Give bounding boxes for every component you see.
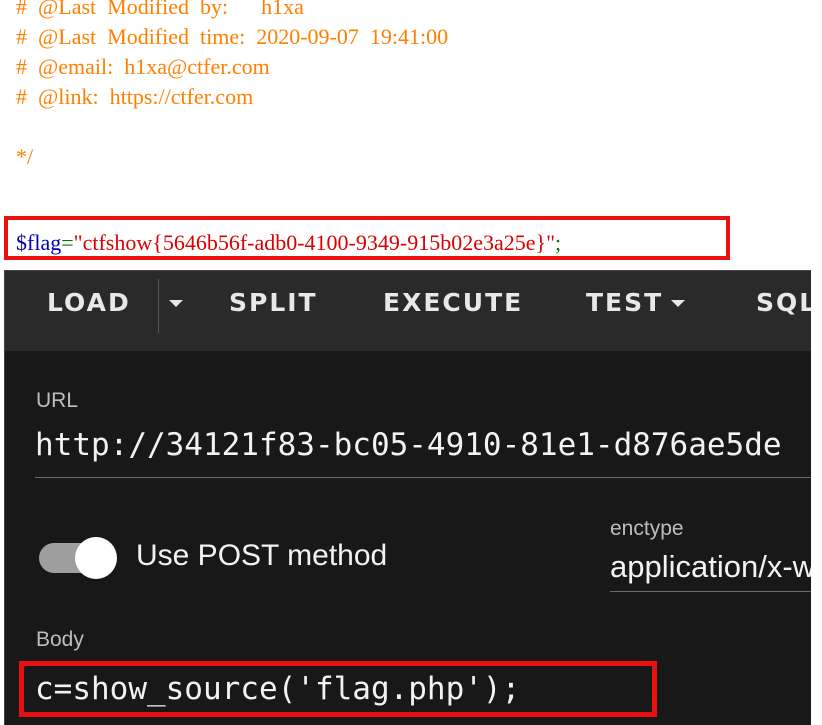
load-button[interactable]: LOAD xyxy=(47,271,131,335)
hackbar-form: URL http://34121f83-bc05-4910-81e1-d876a… xyxy=(5,351,811,725)
sql-button[interactable]: SQL xyxy=(756,271,811,335)
hackbar-panel: LOAD SPLIT EXECUTE TEST SQL URL http://3… xyxy=(4,270,811,725)
execute-button[interactable]: EXECUTE xyxy=(383,271,523,335)
split-button[interactable]: SPLIT xyxy=(229,271,318,335)
url-label: URL xyxy=(36,389,79,412)
flag-semicolon: ; xyxy=(555,230,562,255)
post-toggle-knob[interactable] xyxy=(75,537,117,579)
flag-operator: = xyxy=(61,230,74,255)
test-dropdown-caret-icon[interactable] xyxy=(671,300,685,307)
hackbar-toolbar: LOAD SPLIT EXECUTE TEST SQL xyxy=(5,271,811,351)
flag-line: $flag="ctfshow{5646b56f-adb0-4100-9349-9… xyxy=(16,230,561,256)
comment-line: # @Last Modified by: h1xa xyxy=(16,0,304,19)
comment-line: # @Last Modified time: 2020-09-07 19:41:… xyxy=(16,24,449,49)
body-label: Body xyxy=(36,628,84,651)
flag-variable: $flag xyxy=(16,230,62,255)
enctype-underline xyxy=(610,591,811,592)
enctype-label: enctype xyxy=(610,517,684,540)
url-input-underline xyxy=(35,477,811,478)
post-toggle-label: Use POST method xyxy=(136,539,388,572)
toolbar-divider xyxy=(158,279,159,333)
php-source-view: # @Last Modified by: h1xa # @Last Modifi… xyxy=(0,0,822,270)
url-input[interactable]: http://34121f83-bc05-4910-81e1-d876ae5de xyxy=(35,427,782,463)
comment-end: */ xyxy=(16,144,34,169)
flag-string: "ctfshow{5646b56f-adb0-4100-9349-915b02e… xyxy=(73,230,556,255)
body-highlight-box xyxy=(19,661,657,717)
test-button[interactable]: TEST xyxy=(586,271,663,335)
load-dropdown-caret-icon[interactable] xyxy=(169,300,183,307)
comment-line: # @email: h1xa@ctfer.com xyxy=(16,54,270,79)
comment-line: # @link: https://ctfer.com xyxy=(16,84,254,109)
enctype-select[interactable]: application/x-w xyxy=(610,549,811,585)
